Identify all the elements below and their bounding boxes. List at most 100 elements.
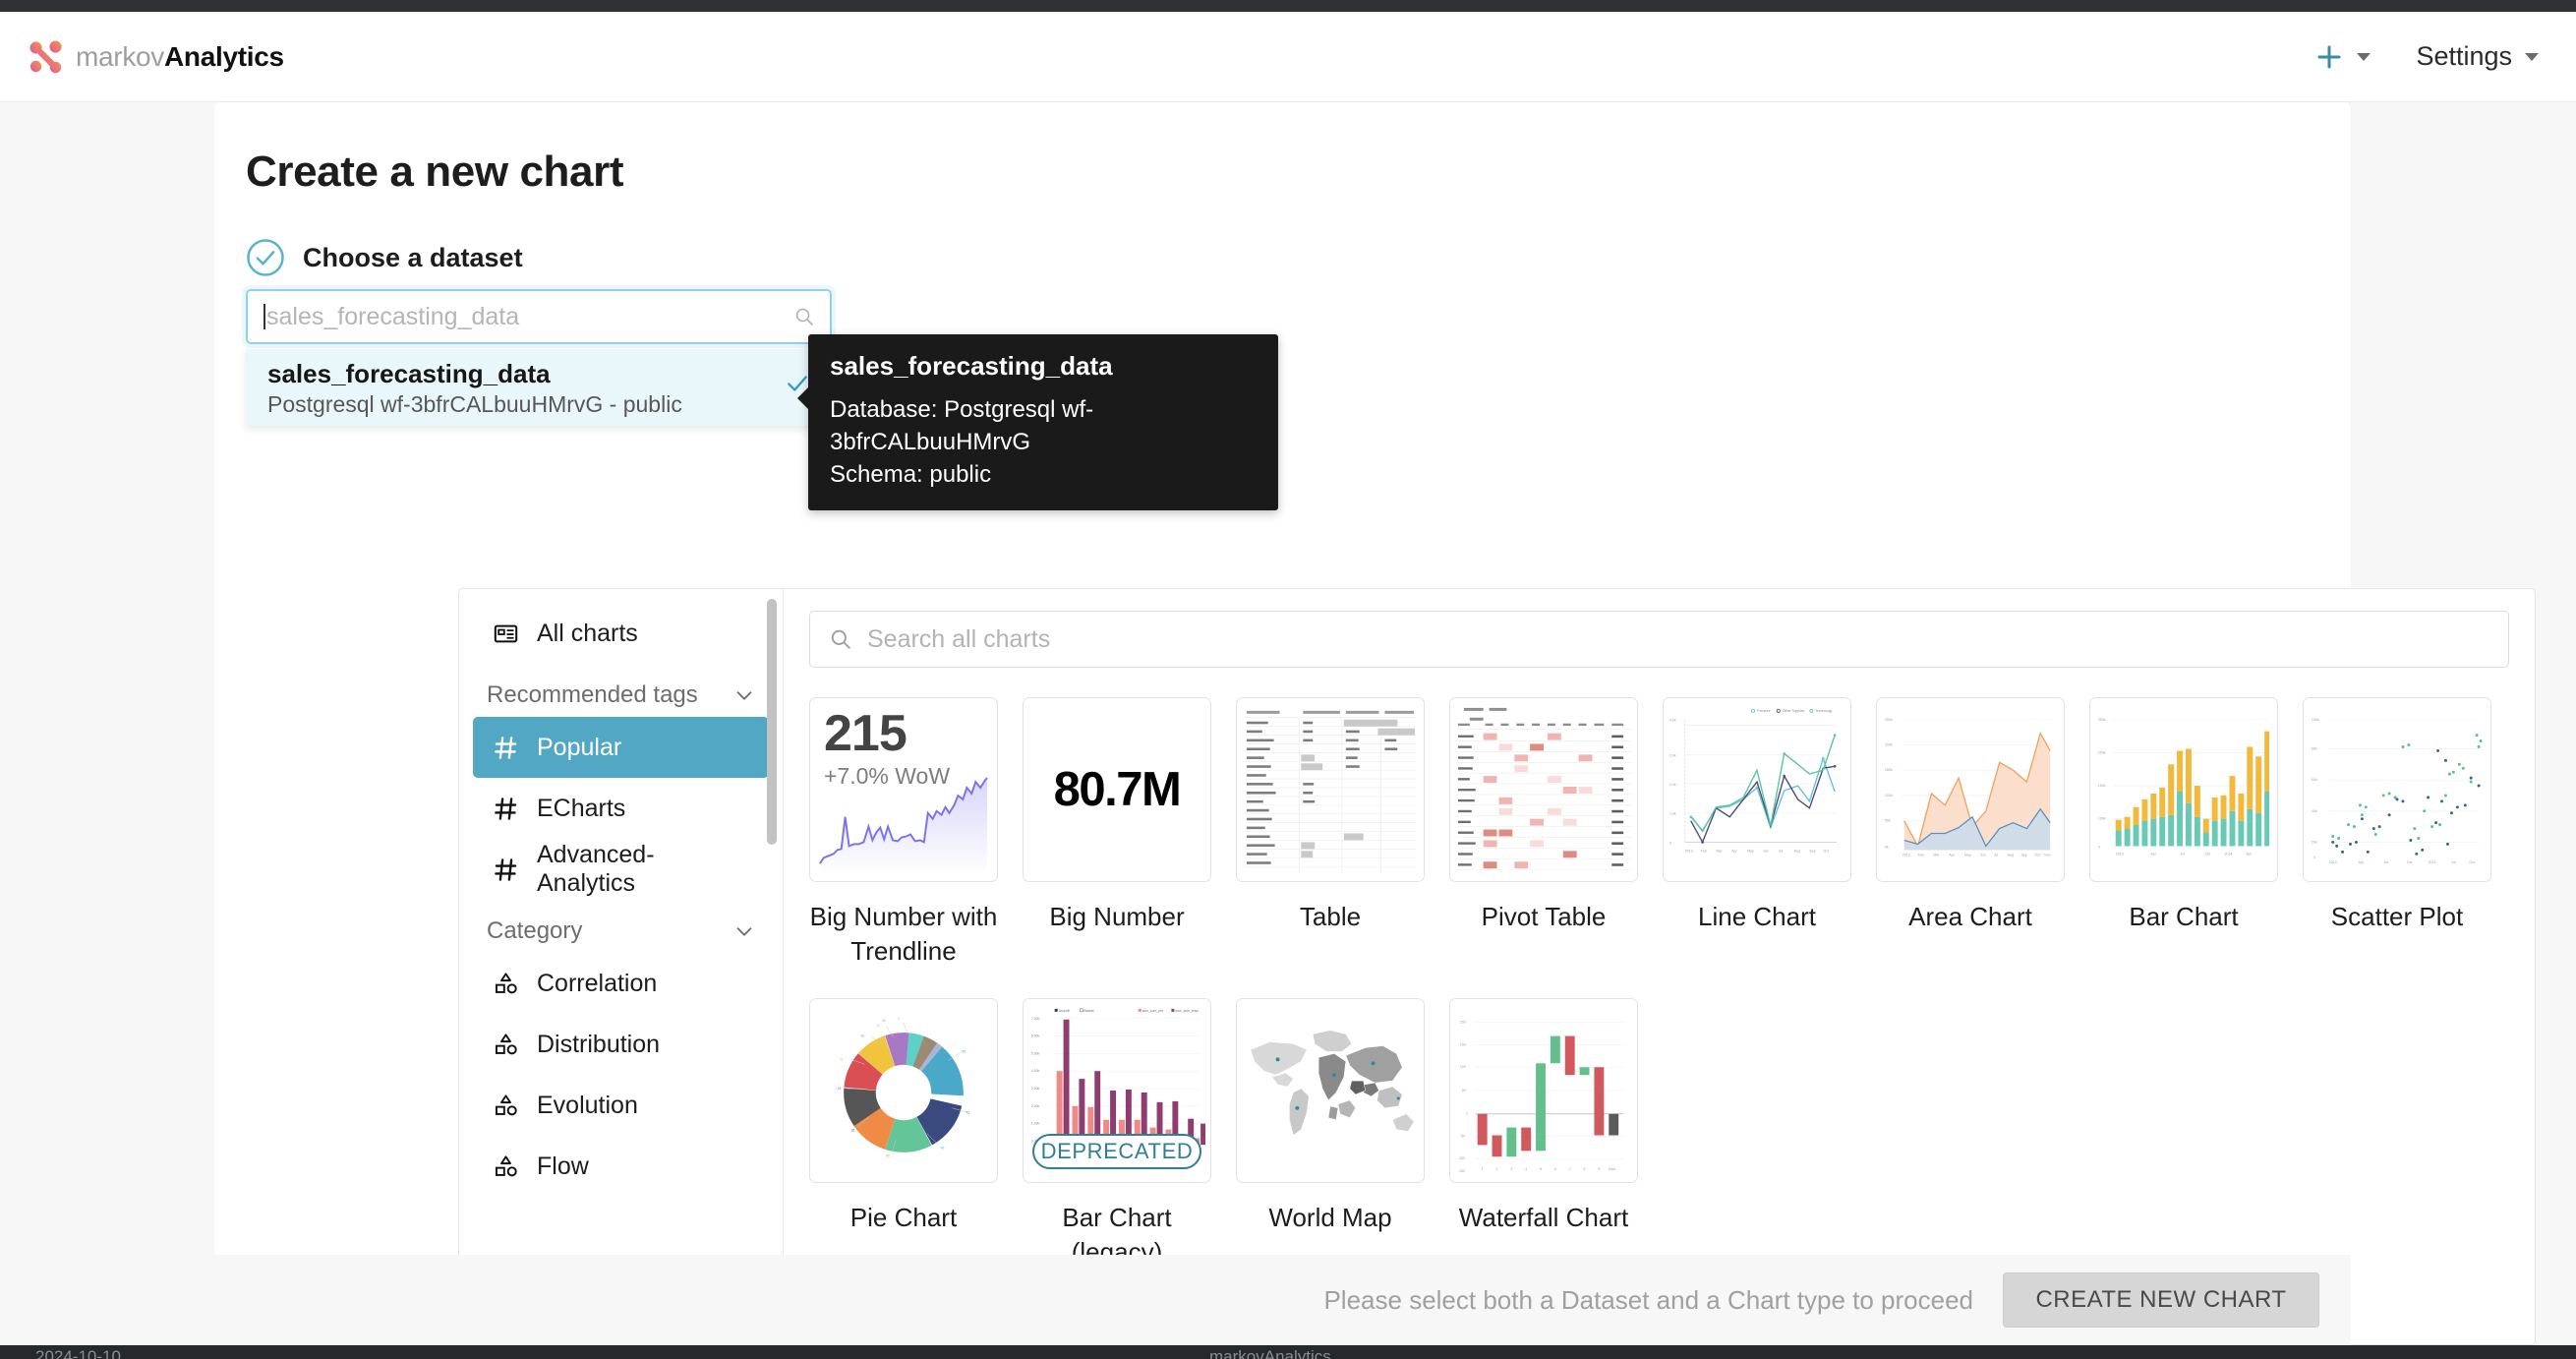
svg-text:48: 48 bbox=[941, 1147, 945, 1151]
svg-text:Dropoff: Dropoff bbox=[1059, 1009, 1070, 1013]
svg-text:6: 6 bbox=[1554, 1167, 1556, 1171]
chart-type-label: Scatter Plot bbox=[2330, 902, 2464, 931]
chart-thumb-line-chart[interactable]: 4.0k 3.0k 2.0k 1.0k 0 2013 Feb Mar Apr May Jun … bbox=[1663, 697, 1851, 882]
table-preview bbox=[1237, 698, 1424, 881]
chart-thumb-bar-chart[interactable]: 250k 200k 150k 100k 0 2013 Apr Jul Oct 2014 Apr bbox=[2089, 697, 2278, 882]
chart-thumb-area-chart[interactable]: 250k 200k 150k 100k 50k 0k 2013 Feb Mar Apr May… bbox=[1876, 697, 2065, 882]
category-icon bbox=[495, 1154, 517, 1176]
svg-text:Nov: Nov bbox=[2044, 853, 2051, 857]
svg-text:Apr: Apr bbox=[2150, 852, 2156, 856]
sidebar-item-echarts[interactable]: ECharts bbox=[473, 778, 769, 839]
chart-type-label: Line Chart bbox=[1698, 902, 1816, 931]
sidebar-item-correlation[interactable]: Correlation bbox=[473, 953, 769, 1014]
bignum-value: 215 bbox=[824, 705, 907, 762]
svg-text:0k: 0k bbox=[1885, 845, 1889, 849]
top-navbar: markovAnalytics Settings bbox=[0, 12, 2576, 102]
sidebar-group-category[interactable]: Category bbox=[459, 900, 783, 953]
chart-thumb-bignum-trendline[interactable]: 215 +7.0% WoW bbox=[809, 697, 998, 882]
sidebar-item-all-charts[interactable]: All charts bbox=[473, 603, 769, 664]
search-icon bbox=[831, 629, 850, 649]
chart-type-panel: All charts Recommended tags Popular ECha… bbox=[458, 588, 2536, 1345]
all-charts-icon bbox=[494, 624, 518, 642]
chevron-down-icon bbox=[2525, 52, 2539, 61]
chevron-down-icon bbox=[2357, 52, 2371, 61]
chart-thumb-pie-chart[interactable]: 85 71 48 42 32 24 23 20 17 11 4 bbox=[809, 998, 998, 1184]
svg-text:Apr: Apr bbox=[2358, 860, 2364, 864]
page-card: Create a new chart Choose a dataset sale… bbox=[214, 102, 2536, 1345]
create-new-chart-button[interactable]: CREATE NEW CHART bbox=[2003, 1272, 2319, 1328]
svg-text:May: May bbox=[1964, 853, 1971, 857]
svg-text:4: 4 bbox=[898, 1017, 900, 1021]
hash-icon bbox=[495, 857, 517, 881]
hash-icon bbox=[495, 797, 517, 820]
dataset-dropdown: sales_forecasting_data Postgresql wf-3bf… bbox=[246, 349, 832, 426]
svg-text:Oct: Oct bbox=[2034, 853, 2040, 857]
chart-type-card: Pivot Table bbox=[1449, 697, 1638, 969]
brand-text-bold: Analytics bbox=[164, 40, 284, 72]
chart-thumb-table[interactable] bbox=[1236, 697, 1425, 882]
svg-text:60k: 60k bbox=[2312, 778, 2317, 782]
taskbar-right-text: markovAnalytics bbox=[1209, 1347, 1331, 1359]
chart-thumb-bignum[interactable]: 80.7M bbox=[1023, 697, 1211, 882]
svg-text:Mar: Mar bbox=[1716, 849, 1723, 853]
sidebar-item-advanced-analytics[interactable]: Advanced-Analytics bbox=[473, 839, 769, 900]
svg-text:2013: 2013 bbox=[1903, 853, 1910, 857]
sidebar-item-label: All charts bbox=[537, 619, 638, 647]
sidebar-item-label: ECharts bbox=[537, 794, 626, 822]
chart-type-label: World Map bbox=[1268, 1203, 1392, 1233]
brand-logo-group[interactable]: markovAnalytics bbox=[28, 38, 284, 76]
svg-text:Feb: Feb bbox=[1918, 853, 1924, 857]
svg-text:Sep: Sep bbox=[2020, 853, 2026, 857]
chart-type-card: 4.0k 3.0k 2.0k 1.0k 0 2013 Feb Mar Apr May Jun … bbox=[1663, 697, 1851, 969]
sidebar-item-evolution[interactable]: Evolution bbox=[473, 1075, 769, 1136]
svg-text:80k: 80k bbox=[2312, 746, 2317, 750]
svg-text:17: 17 bbox=[876, 1025, 880, 1029]
tooltip-database-line1: Database: Postgresql wf- bbox=[830, 396, 1094, 423]
bar-chart-preview: 250k 200k 150k 100k 0 2013 Apr Jul Oct 2014 Apr bbox=[2090, 698, 2277, 881]
dataset-option-subtitle: Postgresql wf-3bfrCALbuuHMrvG - public bbox=[267, 390, 682, 417]
chart-thumb-bar-chart-legacy[interactable]: 7.00k6.00k5.00k 4.00k3.00k2.00k 1.00k0.0… bbox=[1023, 998, 1211, 1184]
chart-type-card: 200 150 100 50 0 -50 -100 -150 1 2 3 4 5 6 7 8 9 To… bbox=[1449, 998, 1638, 1270]
svg-text:250k: 250k bbox=[2098, 718, 2106, 722]
sidebar-group-recommended-tags[interactable]: Recommended tags bbox=[459, 664, 783, 717]
page-title: Create a new chart bbox=[246, 148, 624, 196]
svg-text:Furniture: Furniture bbox=[1757, 709, 1771, 713]
new-menu-button[interactable] bbox=[2314, 42, 2371, 72]
svg-text:150: 150 bbox=[1460, 1043, 1466, 1047]
svg-text:100k: 100k bbox=[2098, 817, 2106, 821]
sidebar-item-flow[interactable]: Flow bbox=[473, 1136, 769, 1197]
chart-type-card: World Map bbox=[1236, 998, 1425, 1270]
chart-type-card: 215 +7.0% WoW Big Number with Trendline bbox=[809, 697, 998, 969]
chart-thumb-waterfall-chart[interactable]: 200 150 100 50 0 -50 -100 -150 1 2 3 4 5 6 7 8 9 To… bbox=[1449, 998, 1638, 1184]
svg-text:Oct: Oct bbox=[2407, 860, 2413, 864]
svg-text:Oct: Oct bbox=[2205, 852, 2211, 856]
chart-thumb-scatter-plot[interactable]: 100k 80k 60k 40k 20k 0 2013 Apr Jul Oct 2014 Jul… bbox=[2303, 697, 2491, 882]
sidebar-scrollbar[interactable] bbox=[767, 599, 777, 845]
svg-text:0: 0 bbox=[2098, 845, 2100, 849]
sidebar-item-label: Evolution bbox=[537, 1091, 638, 1119]
dataset-option[interactable]: sales_forecasting_data Postgresql wf-3bf… bbox=[246, 349, 832, 426]
svg-text:5: 5 bbox=[1540, 1167, 1542, 1171]
pivot-table-preview bbox=[1450, 698, 1637, 881]
svg-text:0: 0 bbox=[2313, 856, 2315, 859]
sidebar-item-label: Popular bbox=[537, 733, 622, 761]
search-all-charts-input[interactable]: Search all charts bbox=[809, 611, 2509, 668]
svg-text:-100: -100 bbox=[1458, 1156, 1465, 1160]
svg-text:Jun: Jun bbox=[1980, 853, 1986, 857]
chart-thumb-world-map[interactable] bbox=[1236, 998, 1425, 1184]
sidebar-item-label: Correlation bbox=[537, 969, 658, 997]
brand-text: markovAnalytics bbox=[76, 41, 284, 73]
svg-text:Feb: Feb bbox=[1701, 849, 1707, 853]
svg-text:1: 1 bbox=[1482, 1167, 1484, 1171]
svg-text:Apr: Apr bbox=[1731, 849, 1737, 853]
settings-menu-button[interactable]: Settings bbox=[2416, 41, 2539, 72]
dataset-search-input[interactable]: sales_forecasting_data bbox=[246, 289, 832, 344]
sidebar-item-distribution[interactable]: Distribution bbox=[473, 1014, 769, 1075]
sidebar-item-label: Distribution bbox=[537, 1030, 661, 1058]
chart-category-sidebar: All charts Recommended tags Popular ECha… bbox=[459, 589, 784, 1344]
svg-text:1.0k: 1.0k bbox=[1669, 812, 1676, 816]
sidebar-item-popular[interactable]: Popular bbox=[473, 717, 769, 778]
scatter-plot-preview: 100k 80k 60k 40k 20k 0 2013 Apr Jul Oct 2014 Jul… bbox=[2304, 698, 2490, 881]
chart-thumb-pivot-table[interactable] bbox=[1449, 697, 1638, 882]
chart-type-grid-row-1: 215 +7.0% WoW Big Number with Trendline … bbox=[809, 697, 2509, 969]
